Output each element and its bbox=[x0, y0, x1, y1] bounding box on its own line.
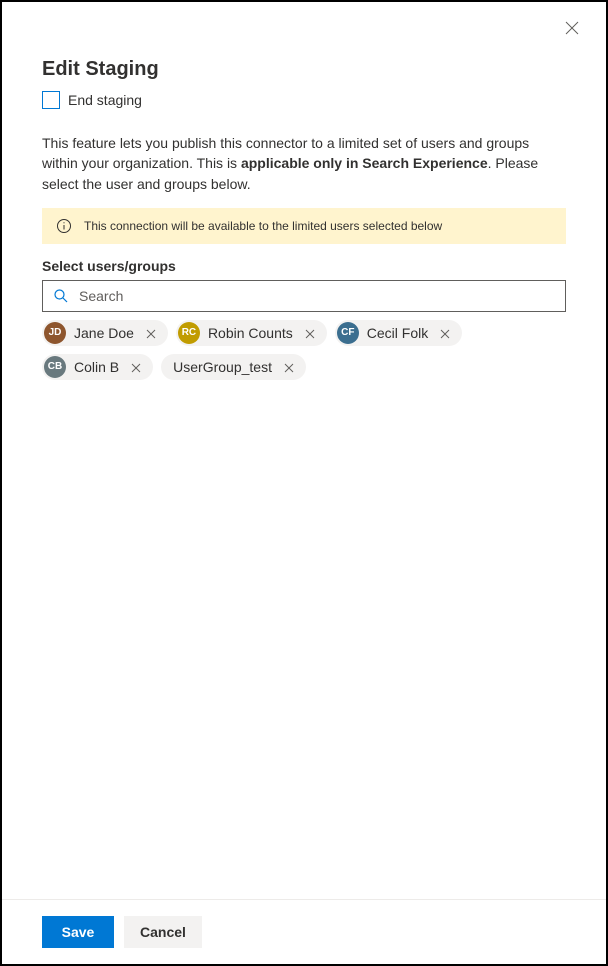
info-banner: This connection will be available to the… bbox=[42, 208, 566, 244]
checkbox-label: End staging bbox=[68, 92, 142, 108]
avatar: CB bbox=[44, 356, 66, 378]
save-button[interactable]: Save bbox=[42, 916, 114, 948]
edit-staging-panel: Edit Staging End staging This feature le… bbox=[2, 2, 606, 964]
user-chip[interactable]: UserGroup_test bbox=[161, 354, 306, 380]
description-text: This feature lets you publish this conne… bbox=[42, 133, 566, 194]
info-icon bbox=[56, 218, 72, 234]
close-button[interactable] bbox=[564, 20, 584, 40]
close-icon bbox=[564, 20, 580, 36]
avatar: JD bbox=[44, 322, 66, 344]
user-chip[interactable]: JD Jane Doe bbox=[42, 320, 168, 346]
remove-chip-icon[interactable] bbox=[131, 360, 145, 374]
chip-label: UserGroup_test bbox=[173, 359, 272, 375]
remove-chip-icon[interactable] bbox=[146, 326, 160, 340]
cancel-button[interactable]: Cancel bbox=[124, 916, 202, 948]
chip-label: Jane Doe bbox=[74, 325, 134, 341]
select-users-label: Select users/groups bbox=[42, 258, 566, 274]
chip-label: Robin Counts bbox=[208, 325, 293, 341]
chip-label: Colin B bbox=[74, 359, 119, 375]
selected-chips: JD Jane Doe RC Robin Counts CF Cecil Folk CB Co… bbox=[42, 320, 566, 380]
footer: Save Cancel bbox=[2, 899, 606, 964]
description-bold: applicable only in Search Experience bbox=[241, 155, 488, 171]
checkbox-box bbox=[42, 91, 60, 109]
user-chip[interactable]: CB Colin B bbox=[42, 354, 153, 380]
avatar: RC bbox=[178, 322, 200, 344]
search-box[interactable] bbox=[42, 280, 566, 312]
search-icon bbox=[53, 288, 69, 304]
remove-chip-icon[interactable] bbox=[284, 360, 298, 374]
search-input[interactable] bbox=[77, 287, 555, 305]
page-title: Edit Staging bbox=[42, 58, 566, 81]
user-chip[interactable]: CF Cecil Folk bbox=[335, 320, 462, 346]
remove-chip-icon[interactable] bbox=[305, 326, 319, 340]
avatar: CF bbox=[337, 322, 359, 344]
end-staging-checkbox[interactable]: End staging bbox=[42, 91, 566, 109]
chip-label: Cecil Folk bbox=[367, 325, 428, 341]
remove-chip-icon[interactable] bbox=[440, 326, 454, 340]
info-banner-text: This connection will be available to the… bbox=[84, 219, 442, 233]
user-chip[interactable]: RC Robin Counts bbox=[176, 320, 327, 346]
